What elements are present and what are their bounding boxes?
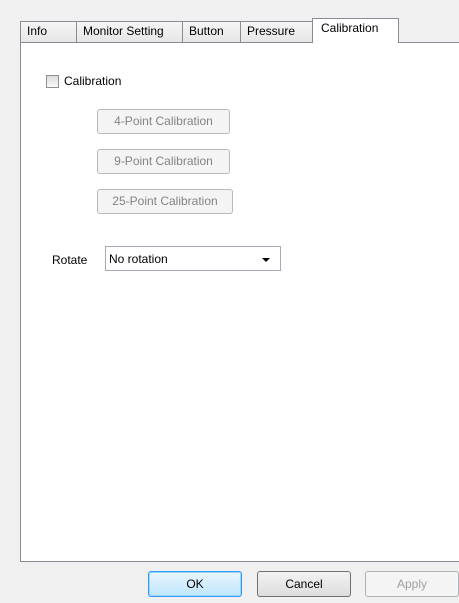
four-point-calibration-button[interactable]: 4-Point Calibration: [97, 109, 230, 134]
rotate-dropdown-value: No rotation: [109, 252, 168, 266]
ok-button[interactable]: OK: [148, 571, 242, 597]
calibration-checkbox-label: Calibration: [64, 74, 122, 88]
calibration-checkbox-row[interactable]: Calibration: [46, 74, 121, 88]
tab-strip: Info Monitor Setting Button Pressure Cal…: [20, 18, 459, 43]
rotate-label: Rotate: [52, 253, 88, 267]
tab-info[interactable]: Info: [20, 21, 77, 42]
rotate-dropdown[interactable]: No rotation: [105, 246, 281, 271]
tab-button[interactable]: Button: [182, 21, 241, 42]
tab-monitor-setting[interactable]: Monitor Setting: [76, 21, 183, 42]
tab-pressure[interactable]: Pressure: [240, 21, 313, 42]
tab-panel: [20, 42, 459, 562]
nine-point-calibration-button[interactable]: 9-Point Calibration: [97, 149, 230, 174]
twenty-five-point-calibration-button[interactable]: 25-Point Calibration: [97, 189, 233, 214]
cancel-button[interactable]: Cancel: [257, 571, 351, 597]
chevron-down-icon: [262, 258, 270, 262]
apply-button[interactable]: Apply: [365, 571, 459, 597]
tab-calibration[interactable]: Calibration: [312, 18, 399, 43]
calibration-checkbox[interactable]: [46, 74, 59, 88]
